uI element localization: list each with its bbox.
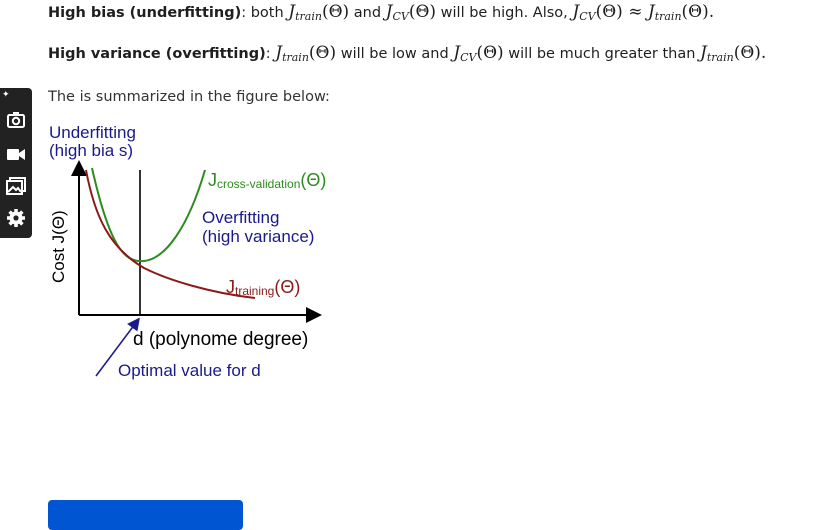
j-cv-formula: JCV(Θ) bbox=[385, 2, 437, 23]
summary-text: The is summarized in the figure below: bbox=[48, 89, 330, 105]
bias-heading: High bias (underfitting) bbox=[48, 5, 242, 21]
j-train-formula: Jtrain(Θ). bbox=[700, 43, 767, 64]
underfitting-sublabel: (high bia s) bbox=[49, 141, 133, 160]
bias-variance-figure: Underfitting (high bia s) Cost J(Θ) Jcro… bbox=[40, 118, 370, 388]
overfitting-sublabel: (high variance) bbox=[202, 227, 314, 246]
camera-icon[interactable] bbox=[4, 108, 28, 132]
variance-line: High variance (overfitting): both Jtrain… bbox=[48, 43, 767, 64]
j-cv-formula: JCV(Θ) bbox=[453, 43, 504, 64]
variance-heading: High variance (overfitting) bbox=[48, 46, 266, 62]
x-axis-label: d (polynome degree) bbox=[133, 329, 308, 350]
settings-icon[interactable] bbox=[4, 206, 28, 230]
j-train-formula: Jtrain(Θ) bbox=[288, 2, 350, 23]
j-cv-formula: JCV(Θ) ≈ Jtrain(Θ). bbox=[572, 2, 715, 23]
cv-curve-label: Jcross-validation(Θ) bbox=[208, 170, 326, 191]
video-icon[interactable] bbox=[4, 142, 28, 166]
pin-icon[interactable]: ✦ bbox=[2, 90, 10, 99]
media-toolbar: ✦ bbox=[0, 88, 32, 238]
underfitting-label: Underfitting bbox=[49, 123, 136, 142]
j-train-formula: Jtrain(Θ) bbox=[275, 43, 337, 64]
y-axis-label: Cost J(Θ) bbox=[49, 210, 68, 283]
optimal-label: Optimal value for d bbox=[118, 361, 261, 380]
cv-curve bbox=[91, 167, 206, 263]
primary-action-button[interactable] bbox=[48, 500, 243, 530]
overfitting-label: Overfitting bbox=[202, 208, 279, 227]
train-curve-label: Jtraining(Θ) bbox=[226, 277, 300, 298]
gallery-icon[interactable] bbox=[4, 174, 28, 198]
bias-line: High bias (underfitting): both Jtrain(Θ)… bbox=[48, 2, 715, 23]
